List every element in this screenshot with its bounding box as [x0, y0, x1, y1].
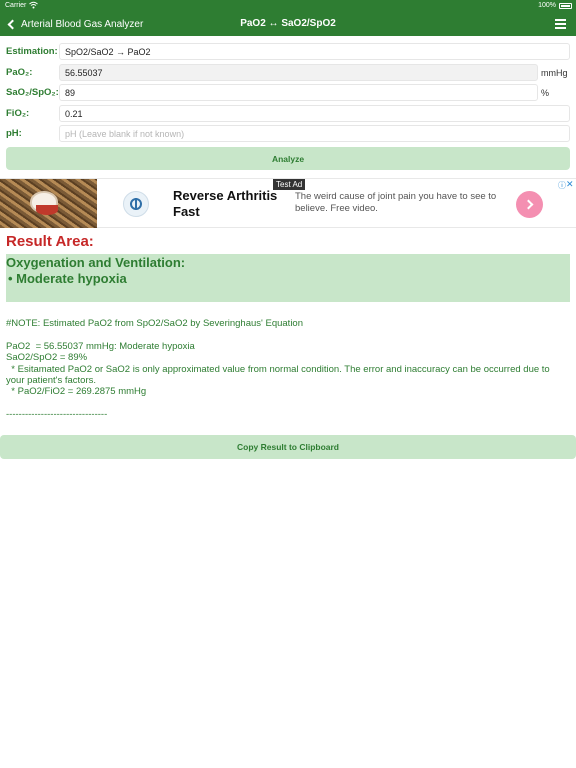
info-icon[interactable]: ⓘ	[558, 180, 566, 191]
fio2-row: FiO₂:	[0, 105, 576, 122]
ad-image[interactable]	[0, 179, 97, 228]
estimation-row: Estimation:	[0, 43, 576, 60]
page-title: PaO2 ↔ SaO2/SpO2	[240, 18, 336, 29]
result-summary-heading: Oxygenation and Ventilation:	[6, 255, 186, 270]
pao2-unit: mmHg	[541, 68, 568, 78]
estimation-label: Estimation:	[6, 46, 58, 57]
ad-cta-button[interactable]	[516, 191, 543, 218]
pao2-label: PaO₂:	[6, 67, 33, 78]
status-bar: Carrier 100%	[0, 0, 576, 12]
analyze-button[interactable]: Analyze	[6, 147, 570, 170]
estimation-field[interactable]	[59, 43, 570, 60]
result-summary-item: • Moderate hypoxia	[8, 271, 127, 286]
sao2-unit: %	[541, 88, 550, 98]
navigation-bar: Arterial Blood Gas Analyzer PaO2 ↔ SaO2/…	[0, 12, 576, 36]
sao2-field[interactable]	[59, 84, 538, 101]
ph-field[interactable]	[59, 125, 570, 142]
battery-percent: 100%	[538, 2, 556, 9]
wifi-icon	[29, 1, 38, 11]
ad-body[interactable]: The weird cause of joint pain you have t…	[295, 191, 505, 215]
close-icon[interactable]: ✕	[566, 179, 574, 190]
sao2-row: SaO₂/SpO₂: %	[0, 84, 576, 101]
ph-row: pH:	[0, 125, 576, 142]
pao2-field[interactable]	[59, 64, 538, 81]
ph-label: pH:	[6, 128, 22, 139]
fio2-label: FiO₂:	[6, 108, 30, 119]
result-detail-text: #NOTE: Estimated PaO2 from SpO2/SaO2 by …	[6, 318, 550, 421]
sao2-label: SaO₂/SpO₂:	[6, 87, 59, 98]
ad-banner[interactable]: Reverse Arthritis Fast Test Ad The weird…	[0, 178, 576, 228]
ad-logo-icon	[123, 191, 149, 217]
carrier-label: Carrier	[5, 2, 27, 9]
ad-badge: Test Ad	[273, 179, 306, 190]
battery-icon	[559, 3, 572, 9]
ad-headline[interactable]: Reverse Arthritis Fast	[173, 188, 283, 220]
copy-result-button[interactable]: Copy Result to Clipboard	[0, 435, 576, 459]
result-summary-box: Oxygenation and Ventilation: • Moderate …	[6, 254, 570, 302]
menu-icon[interactable]	[555, 19, 566, 29]
result-area-title: Result Area:	[6, 233, 94, 250]
fio2-field[interactable]	[59, 105, 570, 122]
chevron-right-icon	[523, 199, 533, 210]
pao2-row: PaO₂: mmHg	[0, 64, 576, 81]
